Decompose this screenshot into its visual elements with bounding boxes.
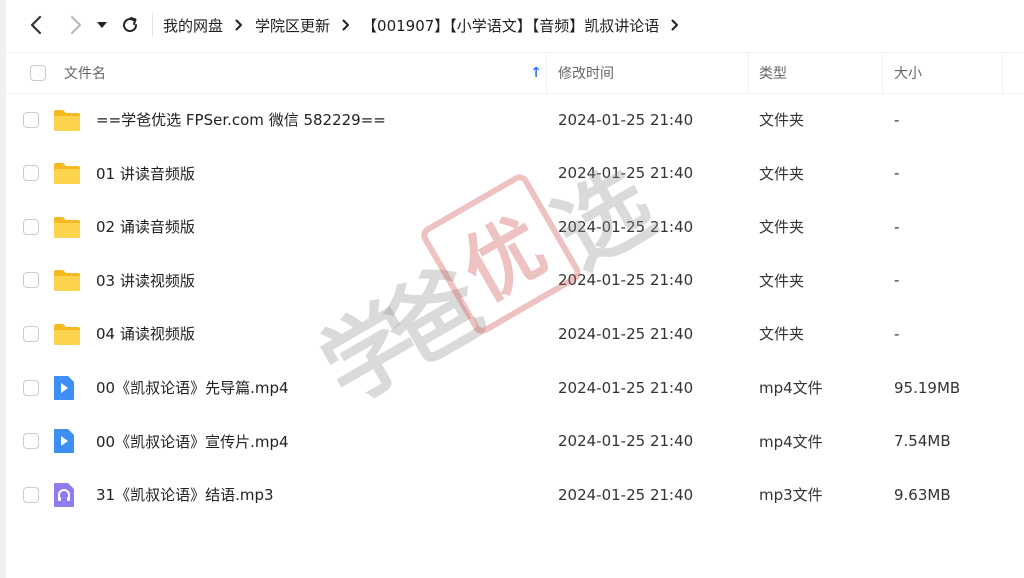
table-row[interactable]: 31《凯叔论语》结语.mp3 2024-01-25 21:40 mp3文件 9.63M… xyxy=(6,468,1024,521)
breadcrumb-item[interactable]: 学院区更新 xyxy=(255,15,330,36)
refresh-button[interactable] xyxy=(114,9,146,41)
file-type: 文件夹 xyxy=(759,218,805,237)
row-checkbox-cell xyxy=(23,468,39,521)
file-size: - xyxy=(894,217,900,236)
file-size: - xyxy=(894,271,900,290)
video-file-icon xyxy=(53,415,75,468)
modified-time: 2024-01-25 21:40 xyxy=(558,271,694,290)
folder-icon xyxy=(53,200,81,253)
file-size: - xyxy=(894,324,900,343)
chevron-right-icon xyxy=(70,15,82,35)
column-header-type-label: 类型 xyxy=(759,66,787,82)
row-checkbox[interactable] xyxy=(23,486,39,503)
chevron-left-icon xyxy=(30,15,42,35)
breadcrumb-item[interactable]: 我的网盘 xyxy=(163,15,223,36)
audio-file-icon xyxy=(53,468,75,521)
row-checkbox-cell xyxy=(23,254,39,307)
caret-down-icon xyxy=(97,22,107,28)
column-divider xyxy=(882,53,883,93)
row-checkbox[interactable] xyxy=(23,218,39,235)
row-checkbox-cell xyxy=(23,307,39,360)
row-checkbox[interactable] xyxy=(23,325,39,342)
modified-time: 2024-01-25 21:40 xyxy=(558,164,694,183)
column-header-modified-label: 修改时间 xyxy=(558,66,614,82)
file-size: 95.19MB xyxy=(894,378,961,397)
table-row[interactable]: 02 诵读音频版 2024-01-25 21:40 文件夹 - xyxy=(6,200,1024,253)
column-header-size[interactable]: 大小 xyxy=(894,53,922,93)
video-file-icon xyxy=(53,361,75,414)
chevron-right-icon xyxy=(342,19,350,31)
modified-time: 2024-01-25 21:40 xyxy=(558,378,694,397)
column-divider xyxy=(546,53,547,93)
breadcrumb-item[interactable]: 【001907】【小学语文】【音频】凯叔讲论语 xyxy=(362,15,659,36)
row-checkbox-cell xyxy=(23,147,39,200)
column-header-type[interactable]: 类型 xyxy=(759,53,787,93)
file-size: 7.54MB xyxy=(894,432,951,451)
sort-ascending-icon: ↑ xyxy=(530,65,542,81)
refresh-icon xyxy=(123,17,138,33)
row-checkbox-cell xyxy=(23,200,39,253)
chevron-right-icon xyxy=(235,19,243,31)
file-name[interactable]: 00《凯叔论语》先导篇.mp4 xyxy=(96,361,289,414)
file-name[interactable]: 00《凯叔论语》宣传片.mp4 xyxy=(96,415,289,468)
column-header-name-label: 文件名 xyxy=(64,66,106,82)
column-divider xyxy=(1002,53,1003,93)
file-name[interactable]: 04 诵读视频版 xyxy=(96,307,195,360)
row-checkbox[interactable] xyxy=(23,165,39,182)
file-type: 文件夹 xyxy=(759,271,805,290)
modified-time: 2024-01-25 21:40 xyxy=(558,485,694,504)
table-header: 文件名 ↑ 修改时间 类型 大小 xyxy=(6,52,1024,94)
column-header-modified[interactable]: 修改时间 xyxy=(558,53,614,93)
folder-icon xyxy=(53,147,81,200)
file-name[interactable]: 02 诵读音频版 xyxy=(96,200,195,253)
toolbar: 我的网盘 学院区更新 【001907】【小学语文】【音频】凯叔讲论语 xyxy=(6,0,1024,50)
modified-time: 2024-01-25 21:40 xyxy=(558,217,694,236)
folder-icon xyxy=(53,307,81,360)
row-checkbox[interactable] xyxy=(23,111,39,128)
back-button[interactable] xyxy=(20,9,52,41)
table-row[interactable]: 00《凯叔论语》宣传片.mp4 2024-01-25 21:40 mp4文件 7.54… xyxy=(6,415,1024,468)
table-row[interactable]: 04 诵读视频版 2024-01-25 21:40 文件夹 - xyxy=(6,307,1024,360)
row-checkbox-cell xyxy=(23,361,39,414)
file-name[interactable]: ==学爸优选 FPSer.com 微信 582229== xyxy=(96,93,386,146)
modified-time: 2024-01-25 21:40 xyxy=(558,110,694,129)
chevron-right-icon xyxy=(671,19,679,31)
row-checkbox[interactable] xyxy=(23,433,39,450)
row-checkbox-cell xyxy=(23,415,39,468)
history-dropdown-button[interactable] xyxy=(92,9,112,41)
column-divider xyxy=(748,53,749,93)
breadcrumb: 我的网盘 学院区更新 【001907】【小学语文】【音频】凯叔讲论语 xyxy=(163,15,691,36)
select-all-checkbox[interactable] xyxy=(30,65,46,81)
file-type: 文件夹 xyxy=(759,111,805,129)
file-type: mp4文件 xyxy=(759,379,823,397)
file-name[interactable]: 03 讲读视频版 xyxy=(96,254,195,307)
file-name[interactable]: 01 讲读音频版 xyxy=(96,147,195,200)
table-row[interactable]: 01 讲读音频版 2024-01-25 21:40 文件夹 - xyxy=(6,147,1024,200)
column-header-size-label: 大小 xyxy=(894,66,922,82)
file-type: 文件夹 xyxy=(759,164,805,183)
file-name[interactable]: 31《凯叔论语》结语.mp3 xyxy=(96,468,274,521)
modified-time: 2024-01-25 21:40 xyxy=(558,324,694,343)
file-size: 9.63MB xyxy=(894,485,951,504)
folder-icon xyxy=(53,93,81,146)
forward-button[interactable] xyxy=(60,9,92,41)
row-checkbox-cell xyxy=(23,93,39,146)
file-type: mp4文件 xyxy=(759,432,823,451)
file-size: - xyxy=(894,110,900,129)
row-checkbox[interactable] xyxy=(23,272,39,289)
file-type: mp3文件 xyxy=(759,486,823,505)
folder-icon xyxy=(53,254,81,307)
table-row[interactable]: 00《凯叔论语》先导篇.mp4 2024-01-25 21:40 mp4文件 95.1… xyxy=(6,361,1024,414)
file-size: - xyxy=(894,164,900,183)
table-row[interactable]: 03 讲读视频版 2024-01-25 21:40 文件夹 - xyxy=(6,254,1024,307)
table-row[interactable]: ==学爸优选 FPSer.com 微信 582229== 2024-01-25 2… xyxy=(6,93,1024,146)
select-all-cell xyxy=(30,53,46,93)
modified-time: 2024-01-25 21:40 xyxy=(558,432,694,451)
toolbar-divider xyxy=(152,13,153,37)
row-checkbox[interactable] xyxy=(23,379,39,396)
column-header-name[interactable]: 文件名 ↑ xyxy=(64,53,542,93)
file-type: 文件夹 xyxy=(759,325,805,344)
